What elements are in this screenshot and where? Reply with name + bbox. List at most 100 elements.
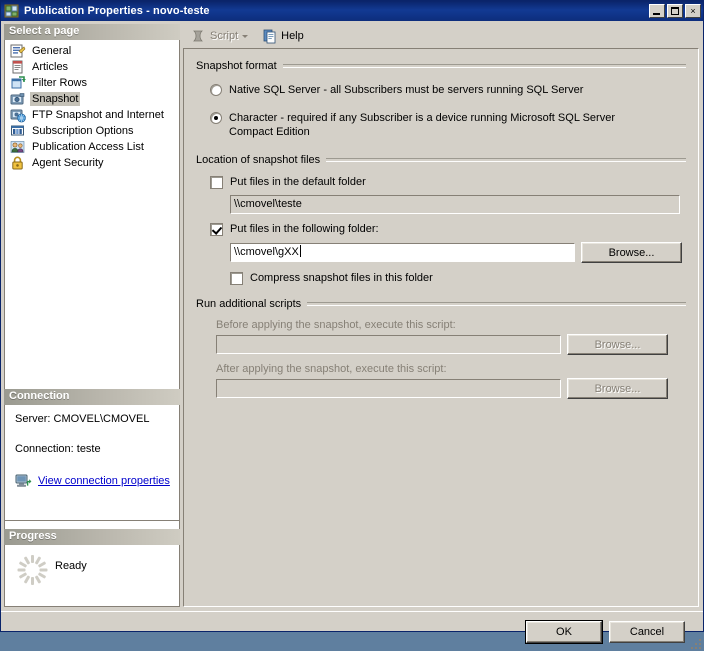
group-divider xyxy=(326,158,686,162)
additional-scripts-group-header: Run additional scripts xyxy=(196,297,686,311)
snapshot-format-title: Snapshot format xyxy=(196,60,277,72)
right-pane: Script Help Snapshot format Native SQL S… xyxy=(183,24,699,607)
additional-scripts-body: Before applying the snapshot, execute th… xyxy=(196,311,686,399)
native-sql-server-label: Native SQL Server - all Subscribers must… xyxy=(229,84,584,96)
sidebar-item-label: Filter Rows xyxy=(32,77,88,89)
default-folder-checkbox[interactable] xyxy=(210,175,223,189)
script-button[interactable]: Script xyxy=(187,26,258,46)
radio-row-native-sql-server[interactable]: Native SQL Server - all Subscribers must… xyxy=(210,83,686,97)
compress-snapshot-label: Compress snapshot files in this folder xyxy=(250,272,433,284)
sidebar-item-publication-access-list[interactable]: Publication Access List xyxy=(5,139,179,155)
after-script-browse-button: Browse... xyxy=(567,378,668,399)
script-icon xyxy=(191,28,207,44)
title-bar: Publication Properties - novo-teste × xyxy=(1,1,703,21)
view-connection-properties-link[interactable]: View connection properties xyxy=(38,475,170,487)
progress-status: Ready xyxy=(55,560,87,572)
help-button[interactable]: Help xyxy=(258,26,308,46)
snapshot-format-group-header: Snapshot format xyxy=(196,59,686,73)
snapshot-page-icon xyxy=(10,91,26,107)
articles-page-icon xyxy=(10,59,26,75)
dialog-footer: OK Cancel xyxy=(1,611,703,651)
sidebar-item-label: FTP Snapshot and Internet xyxy=(32,109,164,121)
group-divider xyxy=(307,302,686,306)
snapshot-location-title: Location of snapshot files xyxy=(196,154,321,166)
compress-snapshot-checkbox[interactable] xyxy=(230,271,243,285)
connection-name: Connection: teste xyxy=(15,443,101,455)
sidebar-item-articles[interactable]: Articles xyxy=(5,59,179,75)
help-icon xyxy=(262,28,278,44)
sidebar-item-ftp-snapshot-and-internet[interactable]: FTP Snapshot and Internet xyxy=(5,107,179,123)
publication-icon xyxy=(4,3,20,19)
radio-row-character[interactable]: Character - required if any Subscriber i… xyxy=(210,111,686,139)
close-icon: × xyxy=(690,6,696,16)
help-button-label: Help xyxy=(281,30,304,42)
character-radio[interactable] xyxy=(210,112,222,124)
resize-grip-icon[interactable] xyxy=(687,635,701,649)
window-body: Select a page General Articles Filter Ro… xyxy=(1,21,703,649)
text-caret xyxy=(299,245,301,257)
progress-body: Ready xyxy=(4,545,180,607)
window-controls: × xyxy=(649,4,701,18)
progress-panel: Progress Ready xyxy=(4,529,180,607)
following-folder-checkbox[interactable] xyxy=(210,222,223,236)
before-script-field-row: Browse... xyxy=(216,334,686,355)
sidebar-item-label: Publication Access List xyxy=(32,141,144,153)
chevron-down-icon[interactable] xyxy=(242,34,249,38)
view-connection-properties-row[interactable]: View connection properties xyxy=(15,473,170,489)
select-a-page-header: Select a page xyxy=(4,24,180,40)
after-script-label: After applying the snapshot, execute thi… xyxy=(216,363,447,375)
sidebar-item-label: Subscription Options xyxy=(32,125,134,137)
following-folder-field-row: \\cmovel\gXX Browse... xyxy=(210,242,686,263)
dialog-toolbar: Script Help xyxy=(183,24,699,48)
publication-access-list-page-icon xyxy=(10,139,26,155)
progress-header: Progress xyxy=(4,529,180,545)
publication-properties-window: Publication Properties - novo-teste × Se… xyxy=(0,0,704,649)
sidebar-item-general[interactable]: General xyxy=(5,43,179,59)
minimize-icon xyxy=(653,13,660,15)
sidebar-item-label: General xyxy=(32,45,72,57)
sidebar-item-filter-rows[interactable]: Filter Rows xyxy=(5,75,179,91)
settings-content: Snapshot format Native SQL Server - all … xyxy=(183,48,699,607)
sidebar-item-label: Articles xyxy=(32,61,69,73)
following-folder-input-value: \\cmovel\gXX xyxy=(234,246,299,258)
connection-panel: Connection Server: CMOVEL\CMOVEL Connect… xyxy=(4,389,180,521)
snapshot-location-body: Put files in the default folder \\cmovel… xyxy=(196,167,686,285)
following-folder-check-row[interactable]: Put files in the following folder: xyxy=(210,222,686,236)
connection-body: Server: CMOVEL\CMOVEL Connection: teste xyxy=(4,405,180,521)
sidebar-item-subscription-options[interactable]: Subscription Options xyxy=(5,123,179,139)
group-divider xyxy=(282,64,686,68)
following-folder-label: Put files in the following folder: xyxy=(230,223,379,235)
native-sql-server-radio[interactable] xyxy=(210,84,222,96)
additional-scripts-title: Run additional scripts xyxy=(196,298,302,310)
default-folder-input: \\cmovel\teste xyxy=(230,195,680,214)
sidebar-item-agent-security[interactable]: Agent Security xyxy=(5,155,179,171)
maximize-icon xyxy=(671,7,679,15)
before-script-browse-button: Browse... xyxy=(567,334,668,355)
default-folder-check-row[interactable]: Put files in the default folder xyxy=(210,175,686,189)
following-folder-input[interactable]: \\cmovel\gXX xyxy=(230,243,575,262)
additional-scripts-group: Run additional scripts Before applying t… xyxy=(196,297,686,399)
maximize-button[interactable] xyxy=(667,4,683,18)
window-title: Publication Properties - novo-teste xyxy=(24,5,210,17)
minimize-button[interactable] xyxy=(649,4,665,18)
following-folder-browse-button[interactable]: Browse... xyxy=(581,242,682,263)
default-folder-field-row: \\cmovel\teste xyxy=(210,195,686,214)
ftp-snapshot-page-icon xyxy=(10,107,26,123)
server-connection-icon xyxy=(15,473,33,489)
cancel-button[interactable]: Cancel xyxy=(609,621,685,643)
page-list: General Articles Filter Rows Snapshot FT… xyxy=(5,40,179,171)
after-script-field-row: Browse... xyxy=(216,378,686,399)
sidebar-item-snapshot[interactable]: Snapshot xyxy=(5,91,179,107)
filter-rows-page-icon xyxy=(10,75,26,91)
script-button-label: Script xyxy=(210,30,239,42)
before-script-label: Before applying the snapshot, execute th… xyxy=(216,319,456,331)
snapshot-location-group: Location of snapshot files Put files in … xyxy=(196,153,686,285)
sidebar-item-label: Snapshot xyxy=(30,92,81,106)
snapshot-format-group: Snapshot format Native SQL Server - all … xyxy=(196,59,686,139)
close-button[interactable]: × xyxy=(685,4,701,18)
connection-server: Server: CMOVEL\CMOVEL xyxy=(15,413,150,425)
ok-button[interactable]: OK xyxy=(526,621,602,643)
subscription-options-page-icon xyxy=(10,123,26,139)
before-script-input xyxy=(216,335,561,354)
compress-check-row[interactable]: Compress snapshot files in this folder xyxy=(210,271,686,285)
